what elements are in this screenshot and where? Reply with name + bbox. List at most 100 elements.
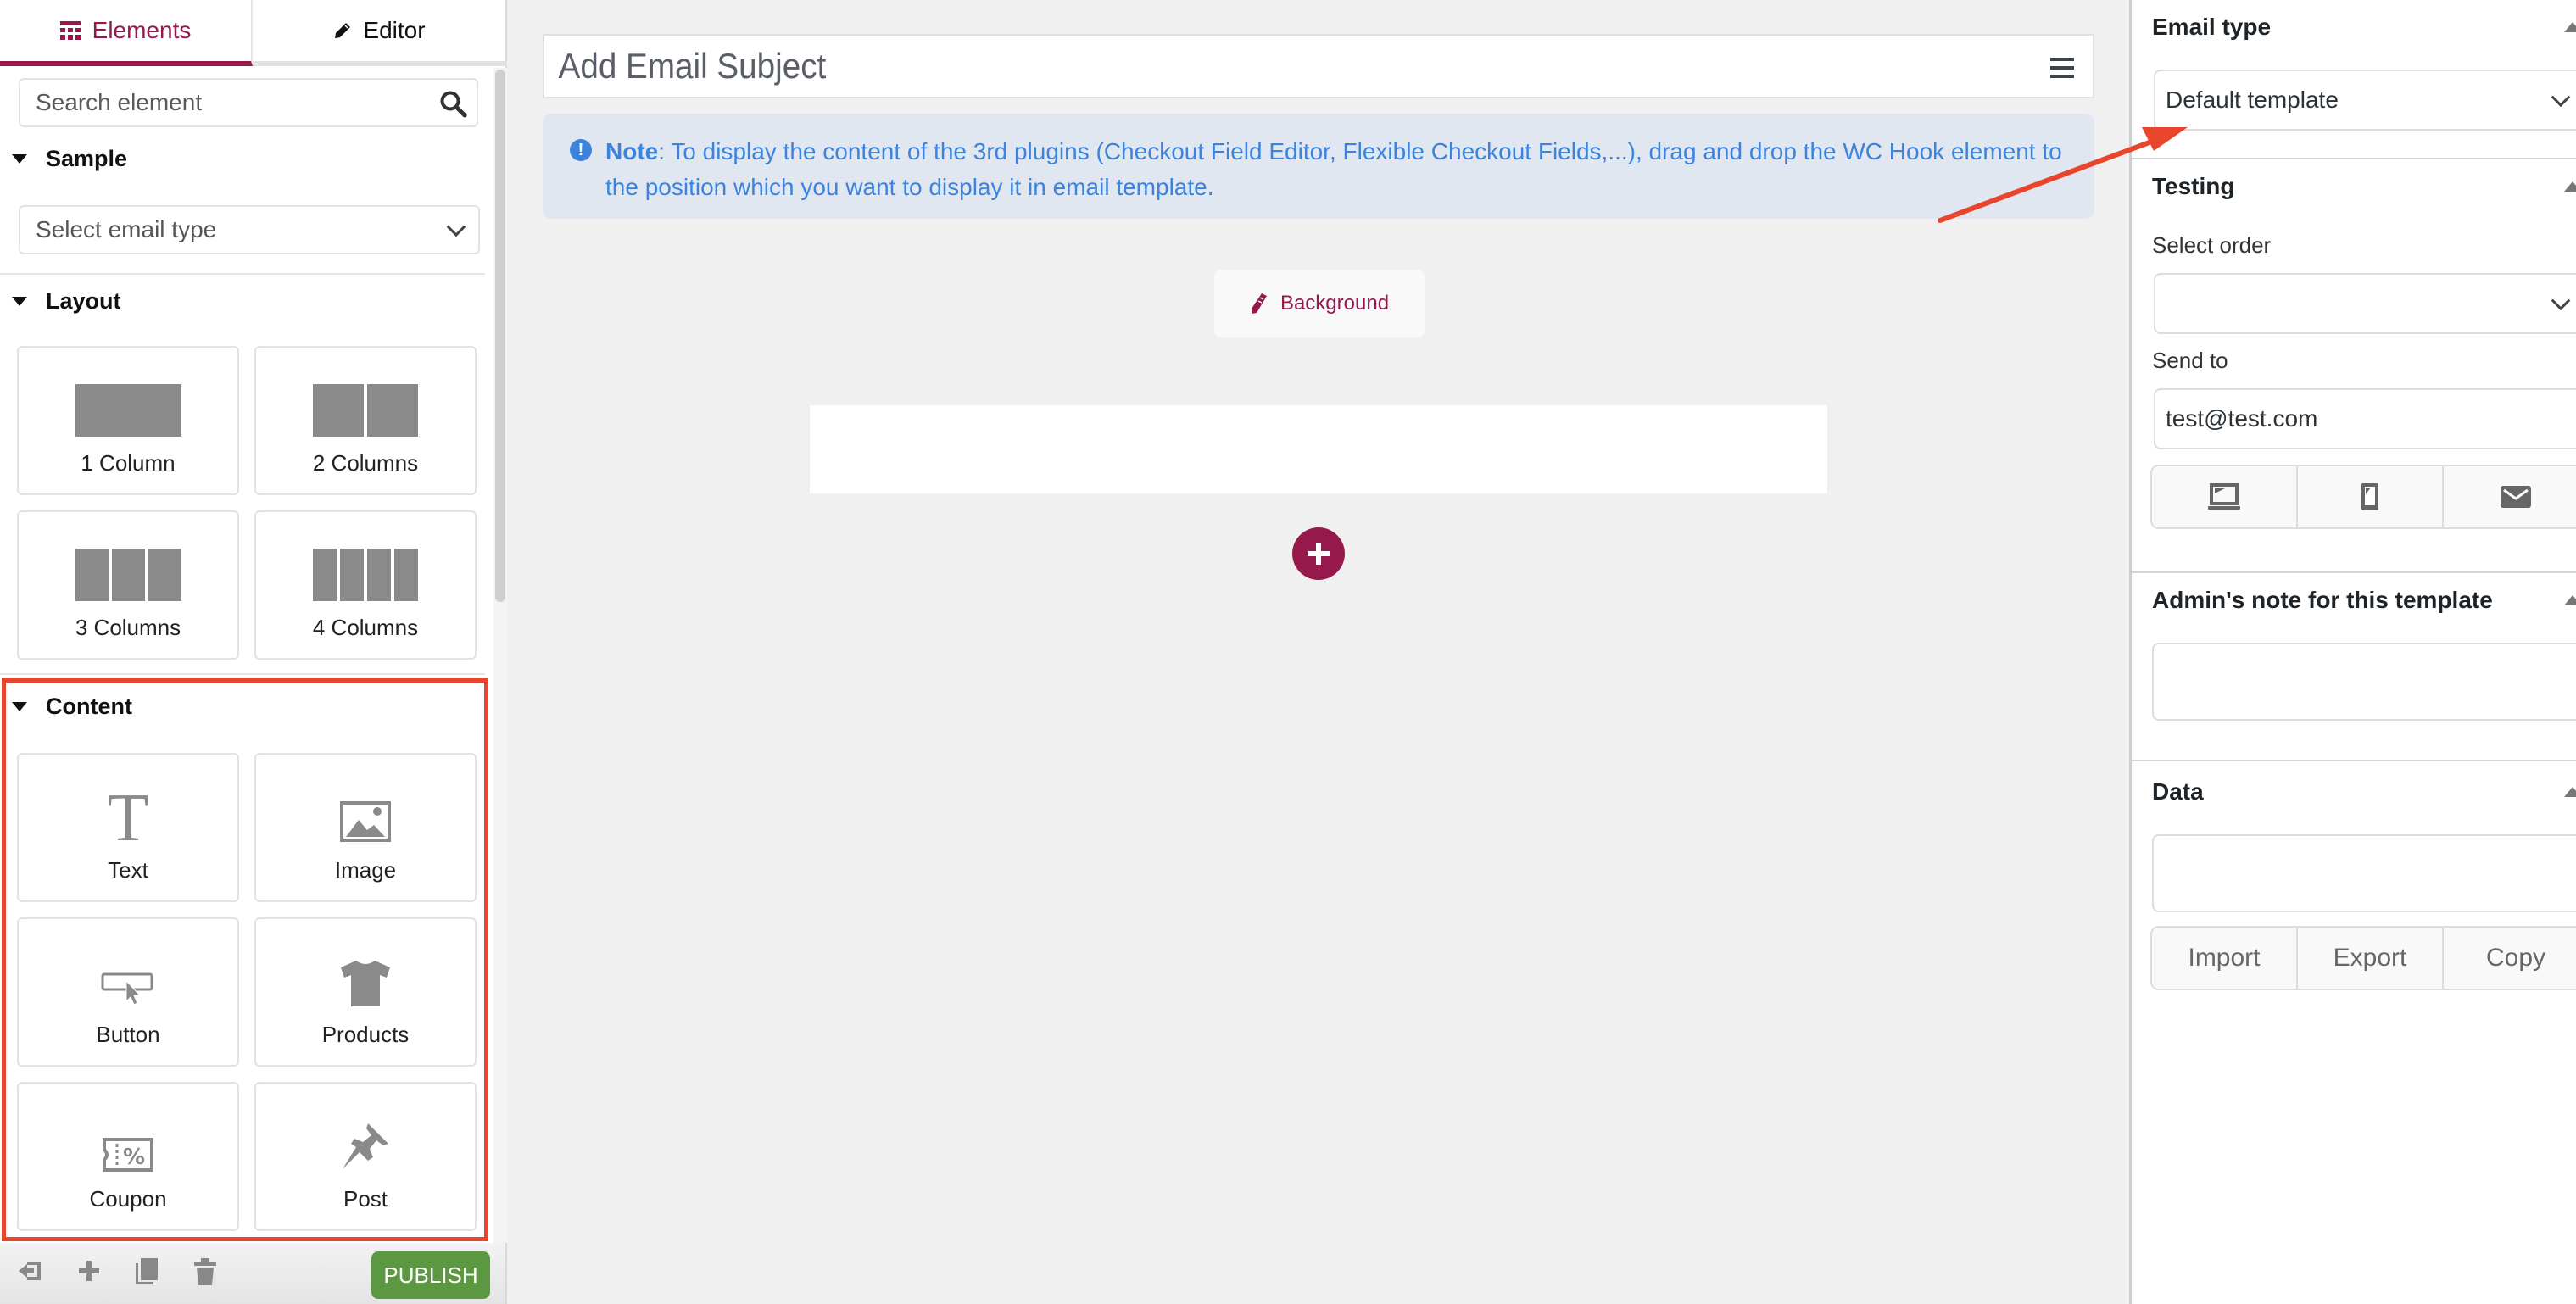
- pencil-icon: [1251, 293, 1267, 314]
- caret-down-icon: [12, 297, 27, 306]
- laptop-icon: [2208, 483, 2240, 510]
- tab-editor[interactable]: Editor: [253, 0, 507, 66]
- send-email-button[interactable]: [2444, 466, 2576, 527]
- email-subject-bar: [543, 34, 2094, 98]
- tshirt-icon: [341, 961, 390, 1006]
- layout-label: 2 Columns: [312, 450, 419, 476]
- content-item-image[interactable]: Image: [254, 753, 477, 902]
- section-layout-toggle[interactable]: Layout: [12, 288, 121, 315]
- mobile-icon: [2361, 483, 2378, 510]
- info-icon: !: [570, 139, 592, 161]
- layout-label: 4 Columns: [312, 615, 419, 640]
- collapse-caret-icon[interactable]: [2564, 595, 2576, 605]
- layout-1-column[interactable]: 1 Column: [17, 346, 239, 495]
- import-button[interactable]: Import: [2152, 928, 2298, 989]
- pencil-icon: [335, 23, 351, 38]
- content-item-coupon[interactable]: % Coupon: [17, 1082, 239, 1231]
- trash-icon[interactable]: [193, 1258, 217, 1285]
- add-row-button[interactable]: [1292, 527, 1345, 580]
- send-to-input[interactable]: test@test.com: [2154, 388, 2576, 449]
- email-type-dropdown[interactable]: Default template: [2154, 70, 2576, 131]
- data-title: Data: [2152, 778, 2204, 805]
- note-text: : To display the content of the 3rd plug…: [605, 138, 2062, 200]
- collapse-caret-icon[interactable]: [2564, 181, 2576, 192]
- svg-text:T: T: [108, 789, 149, 844]
- content-label: Button: [96, 1022, 160, 1047]
- exit-icon[interactable]: [17, 1258, 42, 1284]
- plus-icon-bar: [1308, 551, 1330, 556]
- layout-4-columns[interactable]: 4 Columns: [254, 510, 477, 660]
- background-button-label: Background: [1280, 292, 1390, 315]
- admin-note-textarea[interactable]: [2152, 643, 2576, 721]
- publish-button[interactable]: PUBLISH: [371, 1251, 490, 1299]
- content-label: Products: [321, 1022, 410, 1047]
- send-to-label: Send to: [2152, 348, 2228, 373]
- section-sample-toggle[interactable]: Sample: [12, 146, 127, 172]
- layout-2-columns[interactable]: 2 Columns: [254, 346, 477, 495]
- content-item-button[interactable]: Button: [17, 917, 239, 1067]
- menu-icon[interactable]: [2050, 58, 2074, 83]
- divider: [0, 673, 485, 675]
- email-subject-input[interactable]: [544, 46, 1871, 86]
- email-type-select-value: Select email type: [36, 216, 217, 242]
- testing-title: Testing: [2152, 173, 2235, 199]
- tab-editor-label: Editor: [363, 17, 426, 43]
- admin-note-title: Admin's note for this template: [2152, 587, 2493, 613]
- email-body-row[interactable]: [810, 405, 1827, 493]
- grid-icon: [59, 21, 81, 40]
- svg-text:%: %: [123, 1145, 145, 1170]
- button-cursor-icon: [101, 972, 153, 1006]
- three-columns-icon: [75, 549, 181, 601]
- section-layout-title: Layout: [46, 288, 121, 314]
- content-label: Text: [108, 857, 148, 883]
- layout-label: 1 Column: [81, 450, 176, 476]
- chevron-down-icon: [446, 217, 466, 237]
- content-item-products[interactable]: Products: [254, 917, 477, 1067]
- copy-icon[interactable]: [134, 1258, 159, 1285]
- plugin-note: ! Note: To display the content of the 3r…: [543, 114, 2094, 219]
- four-columns-icon: [313, 549, 418, 601]
- note-label: Note: [605, 138, 659, 164]
- select-order-label: Select order: [2152, 232, 2272, 258]
- send-to-value: test@test.com: [2166, 405, 2318, 432]
- layout-3-columns[interactable]: 3 Columns: [17, 510, 239, 660]
- export-button[interactable]: Export: [2298, 928, 2444, 989]
- data-textarea[interactable]: [2152, 834, 2576, 912]
- content-item-text[interactable]: T Text: [17, 753, 239, 902]
- copy-button[interactable]: Copy: [2444, 928, 2576, 989]
- divider: [2132, 158, 2576, 159]
- preview-button-group: [2150, 465, 2576, 529]
- caret-down-icon: [12, 154, 27, 164]
- tab-elements[interactable]: Elements: [0, 0, 253, 66]
- search-icon[interactable]: [439, 90, 468, 119]
- settings-panel: Email type Default template Testing Sele…: [2129, 0, 2576, 1304]
- search-input[interactable]: [20, 80, 410, 125]
- background-button[interactable]: Background: [1214, 270, 1425, 337]
- content-item-post[interactable]: Post: [254, 1082, 477, 1231]
- content-label: Coupon: [89, 1186, 167, 1212]
- select-order-dropdown[interactable]: [2154, 273, 2576, 334]
- pushpin-icon: [343, 1123, 388, 1169]
- collapse-caret-icon[interactable]: [2564, 787, 2576, 797]
- sidebar-scrollbar-thumb[interactable]: [495, 70, 505, 602]
- section-sample-title: Sample: [46, 146, 128, 171]
- sidebar-footer: PUBLISH: [0, 1243, 505, 1304]
- divider: [2132, 760, 2576, 761]
- data-button-group: Import Export Copy: [2150, 926, 2576, 990]
- search-element-field[interactable]: [19, 78, 478, 127]
- tab-elements-label: Elements: [92, 17, 192, 43]
- plus-icon[interactable]: [76, 1258, 102, 1284]
- text-icon: T: [108, 789, 149, 844]
- elements-sidebar: Elements Editor Sample Select email type…: [0, 0, 507, 1304]
- mobile-preview-button[interactable]: [2298, 466, 2444, 527]
- envelope-icon: [2501, 486, 2531, 508]
- section-content-toggle[interactable]: Content: [12, 694, 132, 720]
- email-type-select[interactable]: Select email type: [19, 205, 480, 254]
- section-content-title: Content: [46, 694, 132, 719]
- caret-down-icon: [12, 702, 27, 711]
- chevron-down-icon: [2551, 291, 2571, 311]
- coupon-icon: %: [103, 1138, 153, 1172]
- collapse-caret-icon[interactable]: [2564, 22, 2576, 32]
- content-label: Image: [334, 857, 397, 883]
- desktop-preview-button[interactable]: [2152, 466, 2298, 527]
